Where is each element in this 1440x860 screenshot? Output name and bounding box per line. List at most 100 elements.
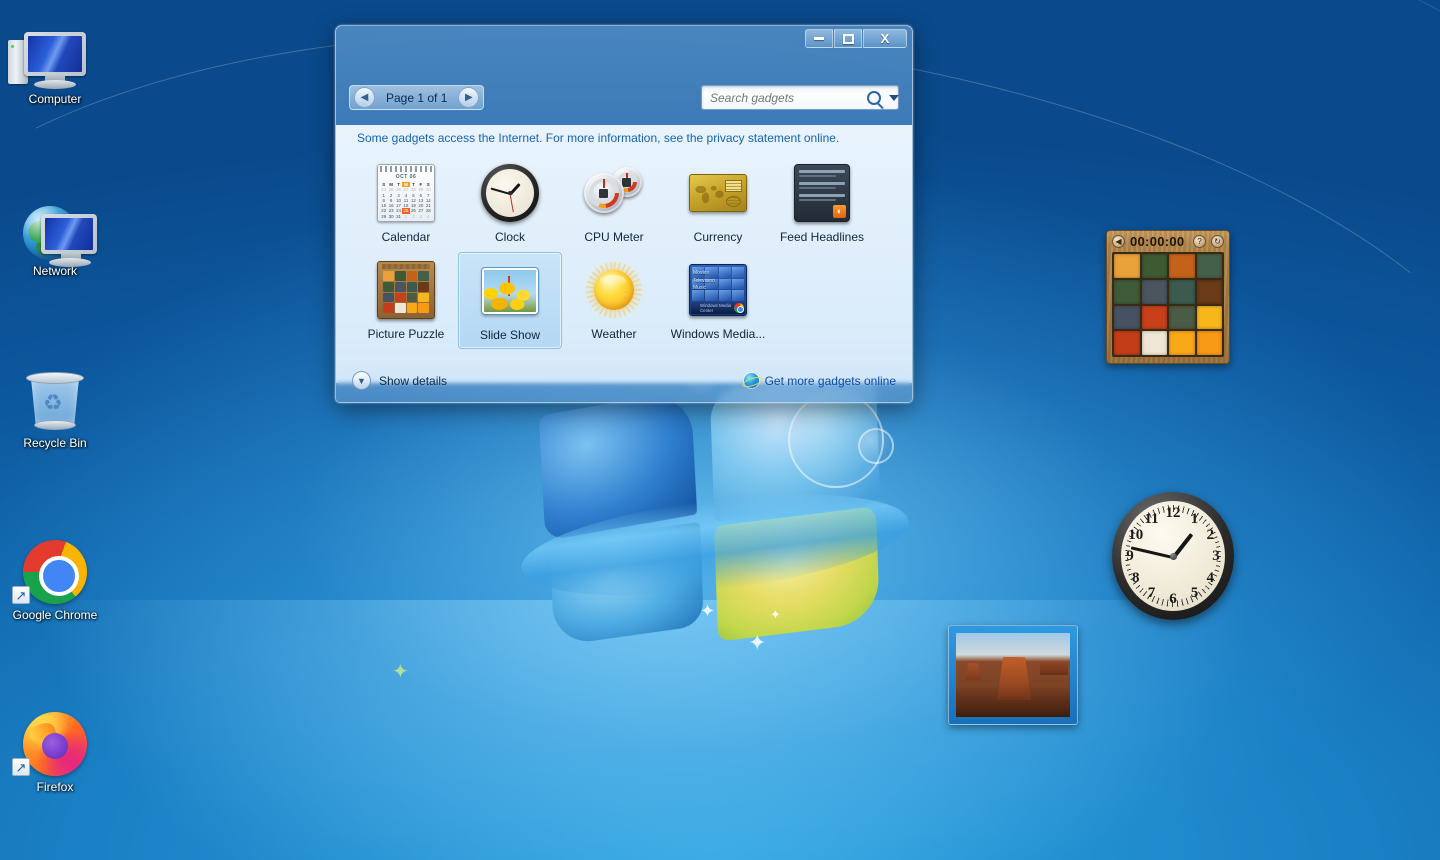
- picture-puzzle-board[interactable]: [1112, 252, 1224, 357]
- desktop-icon-recycle-bin[interactable]: ♻ Recycle Bin: [0, 356, 110, 450]
- desktop-icon-label: Firefox: [0, 780, 110, 794]
- minimize-button[interactable]: [805, 29, 833, 48]
- maximize-button[interactable]: [834, 29, 862, 48]
- grass-sprout-icon: ✦: [392, 662, 409, 682]
- cpu-meter-gadget-icon: [584, 163, 644, 223]
- gadget-item-label: Picture Puzzle: [368, 328, 445, 341]
- page-indicator: Page 1 of 1: [380, 91, 453, 105]
- window-buttons[interactable]: X: [805, 29, 907, 48]
- gallery-content: Some gadgets access the Internet. For mo…: [336, 125, 912, 383]
- puzzle-tile[interactable]: [1114, 331, 1140, 355]
- picture-puzzle-gadget[interactable]: ◀ 00:00:00 ? ↻: [1106, 230, 1230, 364]
- help-button[interactable]: ?: [1193, 235, 1206, 248]
- chevron-down-icon: ▼: [352, 371, 371, 390]
- puzzle-tile[interactable]: [1142, 331, 1168, 355]
- chevron-down-icon[interactable]: [889, 95, 899, 101]
- puzzle-tile[interactable]: [1197, 331, 1223, 355]
- gadget-item-label: Weather: [591, 328, 636, 341]
- next-page-button[interactable]: ▶: [458, 87, 479, 108]
- currency-gadget-icon: [688, 163, 748, 223]
- privacy-notice: Some gadgets access the Internet. For mo…: [357, 131, 839, 145]
- clock-numeral: 11: [1144, 511, 1160, 527]
- clock-numeral: 4: [1202, 570, 1218, 586]
- search-icon[interactable]: [867, 91, 881, 105]
- clock-numeral: 1: [1187, 511, 1203, 527]
- pause-button[interactable]: ◀: [1112, 235, 1125, 248]
- clock-numeral: 3: [1208, 548, 1224, 564]
- puzzle-tile[interactable]: [1142, 280, 1168, 304]
- wallpaper-arc: [100, 560, 1440, 860]
- get-more-gadgets-label: Get more gadgets online: [765, 374, 896, 388]
- gadget-item-clock[interactable]: Clock: [458, 155, 562, 252]
- logo-bubble: [788, 392, 884, 488]
- desktop-icon-google-chrome[interactable]: ↗ Google Chrome: [0, 528, 110, 622]
- desktop-icon-firefox[interactable]: ↗ Firefox: [0, 700, 110, 794]
- gadget-item-currency[interactable]: Currency: [666, 155, 770, 252]
- shortcut-arrow-icon: ↗: [12, 758, 30, 776]
- search-input[interactable]: [710, 91, 867, 105]
- gadget-item-picture-puzzle[interactable]: Picture Puzzle: [354, 252, 458, 349]
- desktop-icon-label: Recycle Bin: [0, 436, 110, 450]
- puzzle-tile[interactable]: [1169, 254, 1195, 278]
- gadget-item-slide-show[interactable]: Slide Show: [458, 252, 562, 349]
- gadget-item-label: Feed Headlines: [780, 231, 864, 244]
- logo-swoosh: [516, 477, 914, 614]
- clock-numeral: 7: [1144, 585, 1160, 601]
- media-center-gadget-icon: MoviesTelevisionMusicWindows Media Cente…: [688, 260, 748, 320]
- gadget-item-label: Currency: [694, 231, 743, 244]
- wallpaper-arc: [0, 420, 1440, 860]
- logo-pane-top-left: [539, 389, 697, 541]
- gadget-item-label: CPU Meter: [584, 231, 643, 244]
- shuffle-button[interactable]: ↻: [1211, 235, 1224, 248]
- puzzle-tile[interactable]: [1169, 331, 1195, 355]
- show-details-label: Show details: [379, 374, 447, 388]
- show-details-button[interactable]: ▼ Show details: [352, 371, 447, 390]
- puzzle-tile[interactable]: [1197, 306, 1223, 330]
- close-button[interactable]: X: [863, 29, 907, 48]
- pager[interactable]: ◀ Page 1 of 1 ▶: [349, 85, 484, 110]
- shortcut-arrow-icon: ↗: [12, 586, 30, 604]
- desktop-icon-label: Google Chrome: [0, 608, 110, 622]
- picture-puzzle-toolbar[interactable]: ◀ 00:00:00 ? ↻: [1107, 231, 1229, 251]
- logo-pane-bottom-left: [550, 522, 704, 647]
- gadget-grid[interactable]: OCT 06SMTWTFS242526272829301234567891011…: [354, 155, 900, 349]
- gadgets-gallery-window[interactable]: X ◀ Page 1 of 1 ▶ Some gadgets access th…: [335, 25, 913, 403]
- puzzle-tile[interactable]: [1169, 280, 1195, 304]
- clock-numeral: 8: [1128, 570, 1144, 586]
- puzzle-tile[interactable]: [1197, 254, 1223, 278]
- privacy-notice-period: .: [836, 131, 839, 145]
- puzzle-tile[interactable]: [1169, 306, 1195, 330]
- puzzle-tile[interactable]: [1142, 306, 1168, 330]
- gadget-item-weather[interactable]: Weather: [562, 252, 666, 349]
- clock-gadget[interactable]: 121234567891011: [1112, 492, 1234, 620]
- computer-icon: [0, 12, 110, 88]
- sparkle-icon: ✦: [700, 602, 715, 620]
- desktop-icon-label: Computer: [0, 92, 110, 106]
- window-titlebar[interactable]: X: [335, 25, 913, 49]
- network-icon: [0, 184, 110, 260]
- gallery-toolbar: ◀ Page 1 of 1 ▶: [335, 49, 913, 125]
- search-gadgets-box[interactable]: [701, 85, 899, 110]
- slide-show-gadget[interactable]: [948, 625, 1078, 725]
- desktop-icon-network[interactable]: Network: [0, 184, 110, 278]
- puzzle-tile[interactable]: [1142, 254, 1168, 278]
- privacy-statement-link[interactable]: privacy statement online: [707, 131, 836, 145]
- gadget-item-calendar[interactable]: OCT 06SMTWTFS242526272829301234567891011…: [354, 155, 458, 252]
- gadget-item-label: Slide Show: [480, 329, 540, 342]
- puzzle-tile[interactable]: [1197, 280, 1223, 304]
- firefox-icon: ↗: [0, 700, 110, 776]
- gadget-item-label: Calendar: [382, 231, 431, 244]
- gadget-item-windows-media[interactable]: MoviesTelevisionMusicWindows Media Cente…: [666, 252, 770, 349]
- puzzle-tile[interactable]: [1114, 254, 1140, 278]
- puzzle-tile[interactable]: [1114, 280, 1140, 304]
- previous-page-button[interactable]: ◀: [354, 87, 375, 108]
- get-more-gadgets-link[interactable]: Get more gadgets online: [744, 373, 896, 388]
- gadget-item-label: Windows Media...: [671, 328, 766, 341]
- desktop-icon-computer[interactable]: Computer: [0, 12, 110, 106]
- puzzle-tile[interactable]: [1114, 306, 1140, 330]
- gadget-item-feed-headlines[interactable]: ◐ Feed Headlines: [770, 155, 874, 252]
- puzzle-timer: 00:00:00: [1130, 234, 1188, 249]
- desktop[interactable]: ✦ ✦ ✦ ✦ Computer Network: [0, 0, 1440, 860]
- feed-headlines-gadget-icon: ◐: [792, 163, 852, 223]
- gadget-item-cpu-meter[interactable]: CPU Meter: [562, 155, 666, 252]
